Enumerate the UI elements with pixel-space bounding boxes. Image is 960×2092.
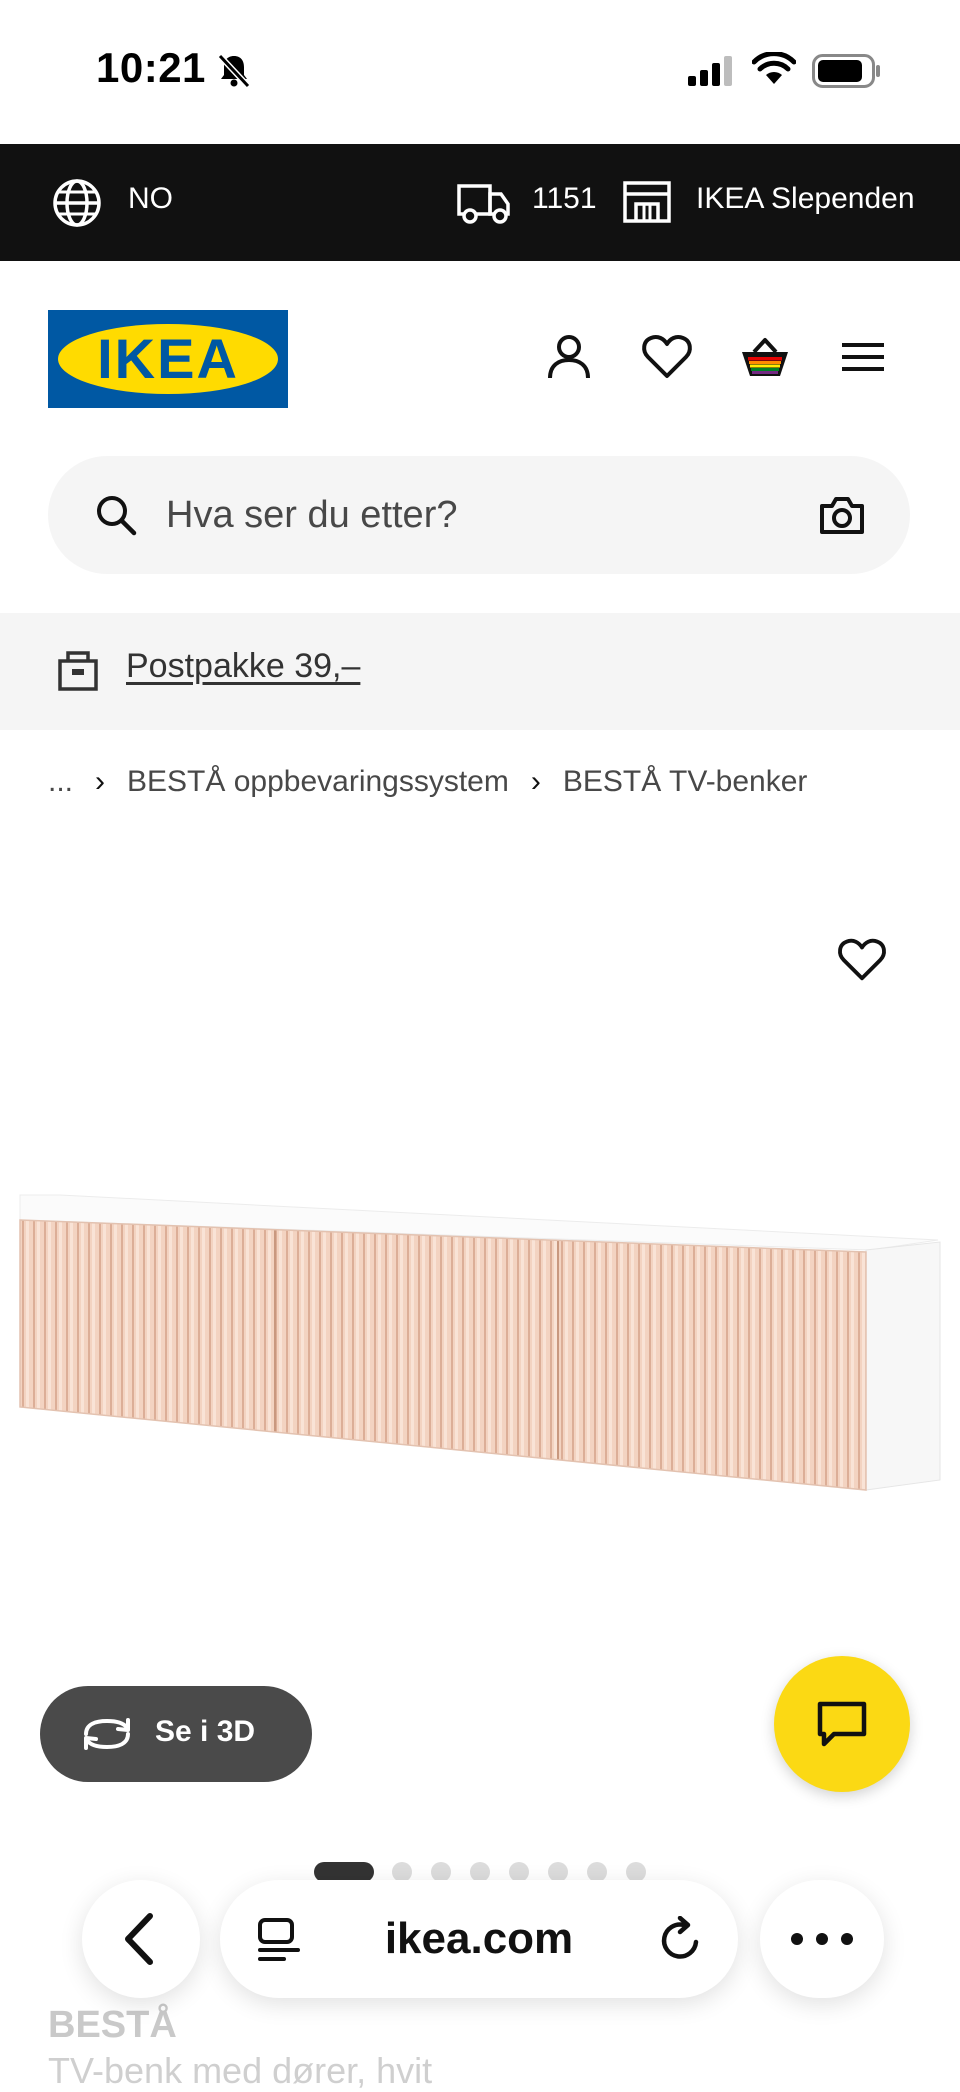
wifi-icon	[752, 52, 796, 84]
gallery-dot[interactable]	[431, 1862, 451, 1882]
status-time: 10:21	[96, 44, 206, 91]
gallery-dot[interactable]	[470, 1862, 490, 1882]
language-code[interactable]: NO	[128, 182, 173, 216]
rotate-3d-icon	[84, 1718, 130, 1750]
breadcrumb: ... › BESTÅ oppbevaringssystem › BESTÅ T…	[48, 762, 807, 802]
delivery-truck-icon[interactable]	[456, 180, 512, 226]
cellular-signal-icon	[688, 56, 732, 86]
store-icon[interactable]	[622, 180, 672, 224]
gallery-dot-active[interactable]	[314, 1862, 374, 1882]
parcel-box-icon	[58, 651, 98, 691]
search-icon[interactable]	[94, 493, 138, 537]
camera-search-icon[interactable]	[818, 494, 866, 536]
gallery-dot[interactable]	[392, 1862, 412, 1882]
gallery-dot[interactable]	[587, 1862, 607, 1882]
chat-bubble-icon	[817, 1701, 867, 1747]
browser-back-button[interactable]	[82, 1880, 200, 1998]
breadcrumb-ellipsis[interactable]: ...	[48, 765, 73, 799]
gallery-dot[interactable]	[626, 1862, 646, 1882]
silent-bell-icon	[217, 53, 251, 89]
top-info-bar: NO 1151 IKEA Slependen	[0, 144, 960, 261]
menu-hamburger-icon[interactable]	[836, 330, 890, 384]
add-to-favourites-heart-icon[interactable]	[836, 934, 888, 986]
chevron-left-icon	[125, 1913, 153, 1965]
logo-text: IKEA	[97, 327, 239, 390]
product-image-tv-bench[interactable]	[0, 1160, 960, 1500]
chevron-right-icon: ›	[530, 765, 541, 798]
store-name[interactable]: IKEA Slependen	[696, 182, 915, 216]
search-bar[interactable]	[48, 456, 910, 574]
delivery-postcode[interactable]: 1151	[532, 182, 597, 216]
globe-icon[interactable]	[52, 178, 102, 228]
gallery-dot[interactable]	[509, 1862, 529, 1882]
reload-icon[interactable]	[656, 1916, 704, 1964]
view-in-3d-label: Se i 3D	[155, 1715, 256, 1748]
status-bar: 10:21	[0, 0, 960, 144]
battery-icon	[812, 54, 880, 88]
view-in-3d-button[interactable]: Se i 3D	[40, 1686, 312, 1782]
more-dots-icon	[791, 1933, 853, 1945]
product-description: TV-benk med dører, hvit	[48, 2050, 433, 2091]
shopping-bag-icon[interactable]	[738, 330, 792, 384]
ikea-logo[interactable]: IKEA	[48, 310, 288, 408]
product-name: BESTÅ	[48, 2004, 177, 2046]
breadcrumb-item-besta-tv-benches[interactable]: BESTÅ TV-benker	[563, 765, 808, 799]
breadcrumb-item-besta-system[interactable]: BESTÅ oppbevaringssystem	[127, 765, 509, 799]
postpakke-link[interactable]: Postpakke 39,–	[126, 647, 360, 686]
browser-address-bar[interactable]: ikea.com	[220, 1880, 738, 1998]
search-input[interactable]	[166, 490, 806, 540]
browser-more-button[interactable]	[760, 1880, 884, 1998]
gallery-dot[interactable]	[548, 1862, 568, 1882]
promo-banner: Postpakke 39,–	[0, 613, 960, 730]
profile-icon[interactable]	[542, 330, 596, 384]
chat-support-button[interactable]	[774, 1656, 910, 1792]
chevron-right-icon: ›	[95, 765, 106, 798]
favourites-heart-icon[interactable]	[640, 330, 694, 384]
